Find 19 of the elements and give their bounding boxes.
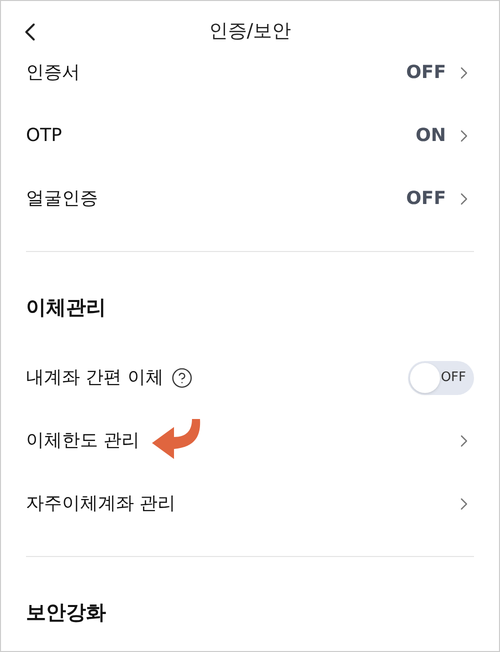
setting-label: 얼굴인증	[26, 187, 98, 211]
setting-row[interactable]: OTP ON	[26, 104, 474, 167]
help-icon[interactable]	[171, 366, 194, 388]
setting-value: OFF	[406, 187, 446, 211]
section-title: 이체관리	[26, 294, 107, 321]
setting-label: 내계좌 간편 이체	[26, 366, 164, 390]
setting-value: OFF	[406, 61, 446, 85]
setting-label: 인증서	[26, 61, 80, 85]
section-title: 보안강화	[26, 599, 107, 626]
toggle-switch[interactable]: OFF	[408, 360, 474, 394]
setting-label: 이체한도 관리	[26, 429, 140, 453]
setting-row[interactable]: 자주이체계좌 관리	[26, 472, 474, 535]
page-title: 인증/보안	[208, 19, 292, 44]
setting-label: 자주이체계좌 관리	[26, 492, 176, 516]
setting-row[interactable]: 얼굴인증 OFF	[26, 167, 474, 230]
setting-label: OTP	[26, 124, 62, 148]
setting-row[interactable]: 이체한도 관리	[26, 409, 474, 472]
setting-row[interactable]: 인증서 OFF	[26, 41, 474, 104]
setting-value: ON	[416, 124, 446, 148]
